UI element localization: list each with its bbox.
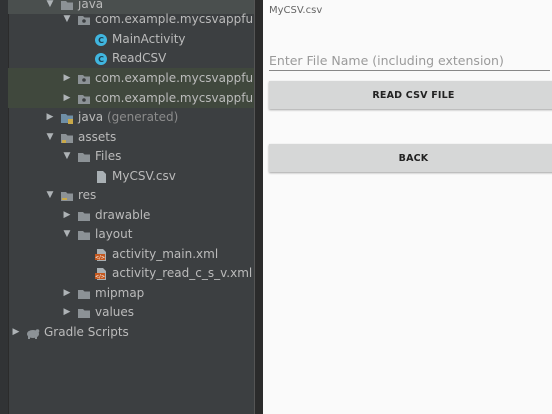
generated-folder-icon [60,110,74,124]
tree-item[interactable]: ▶ mipmap [8,283,254,303]
xml-layout-icon: </> [94,266,108,280]
tree-item[interactable]: ▼ com.example.mycsvappfullcode [8,9,254,29]
tree-item-text: MainActivity [112,32,186,46]
gradle-icon [26,325,40,339]
folder-icon [77,305,91,319]
file-name-label: MyCSV.csv [269,5,323,16]
package-icon [77,71,91,85]
tree-item-text: layout [95,227,133,241]
read-csv-button[interactable]: READ CSV FILE [269,81,552,109]
xml-layout-icon: </> [94,247,108,261]
tree-item-text: java [78,110,104,124]
chevron-right-icon[interactable]: ▶ [61,283,73,303]
tree-item-text: values [95,305,135,319]
res-folder-icon [60,188,74,202]
tree-item[interactable]: ▶ drawable [8,205,254,225]
file-icon [94,169,108,183]
tree-item-text: com.example.mycsvappfullcode [95,91,254,105]
svg-text:</>: </> [95,255,105,261]
assets-folder-icon [60,130,74,144]
tree-item[interactable]: ▶ values [8,302,254,322]
tree-item[interactable]: ▼ Files [8,146,254,166]
tree-item-label: layout [95,224,132,244]
chevron-right-icon[interactable]: ▶ [61,302,73,322]
class-icon: C [94,32,108,46]
emulator-screen: MyCSV.csv READ CSV FILE BACK [263,0,552,414]
tree-item-label: assets [78,127,116,147]
tree-item-label: drawable [95,205,150,225]
chevron-down-icon[interactable]: ▼ [61,9,73,29]
tree-item-label: activity_read_c_s_v.xml [112,263,252,283]
tree-item-label: com.example.mycsvappfullcode [95,88,254,108]
folder-icon [77,286,91,300]
chevron-right-icon[interactable]: ▶ [61,205,73,225]
strip-label-bottom[interactable] [0,345,8,405]
tree-item-text: com.example.mycsvappfullcode [95,12,254,26]
tree-item-label: java (generated) [78,107,178,127]
chevron-down-icon[interactable]: ▼ [44,185,56,205]
tree-item-text: Files [95,149,122,163]
chevron-right-icon[interactable]: ▶ [61,68,73,88]
tree-item-text: activity_main.xml [112,247,219,261]
folder-icon [77,149,91,163]
chevron-right-icon[interactable]: ▶ [61,88,73,108]
tree-item-label: Gradle Scripts [44,322,129,342]
tree-item-text: com.example.mycsvappfullcode [95,71,254,85]
tree-item-text: activity_read_c_s_v.xml [112,266,253,280]
tree-item[interactable]: ▶ Gradle Scripts [8,322,254,342]
tree-item-text: mipmap [95,286,145,300]
tree-item-suffix: (generated) [103,110,179,124]
chevron-down-icon[interactable]: ▼ [61,146,73,166]
tree-item-text: MyCSV.csv [112,169,176,183]
chevron-down-icon[interactable]: ▼ [44,127,56,147]
chevron-right-icon[interactable]: ▶ [10,322,22,342]
tree-item[interactable]: </> activity_main.xml [8,244,254,264]
tree-item-label: ReadCSV [112,48,166,68]
tree-item-label: MainActivity [112,29,186,49]
tree-item[interactable]: ▶ com.example.mycsvappfullcode [8,68,254,88]
tree-item[interactable]: ▶ com.example.mycsvappfullcode [8,88,254,108]
folder-icon [77,208,91,222]
package-icon [77,91,91,105]
project-panel: ▼ java ▼ com.example.mycsvappfullcode C MainA… [0,0,254,414]
tree-item-text: Gradle Scripts [44,325,129,339]
tree-item-label: com.example.mycsvappfullcode [95,9,254,29]
svg-text:C: C [98,36,104,45]
tree-item-label: values [95,302,134,322]
folder-icon [77,227,91,241]
svg-text:C: C [98,55,104,64]
tree-item[interactable]: C ReadCSV [8,48,254,68]
tree-item-text: res [78,188,97,202]
tree-item-text: drawable [95,208,151,222]
tree-item[interactable]: ▶ java (generated) [8,107,254,127]
svg-text:</>: </> [95,274,105,280]
tree-item-label: MyCSV.csv [112,166,176,186]
tree-item[interactable]: ▼ layout [8,224,254,244]
class-icon: C [94,51,108,65]
tree-item[interactable]: ▼ assets [8,127,254,147]
tree-item-label: activity_main.xml [112,244,218,264]
tree-item-label: com.example.mycsvappfullcode [95,68,254,88]
tree-item-text: assets [78,130,117,144]
back-button[interactable]: BACK [269,144,552,172]
tree-item[interactable]: ▼ res [8,185,254,205]
chevron-right-icon[interactable]: ▶ [44,107,56,127]
chevron-down-icon[interactable]: ▼ [61,224,73,244]
tree-item-label: Files [95,146,121,166]
package-icon [77,12,91,26]
tree-item[interactable]: MyCSV.csv [8,166,254,186]
tree-item-text: ReadCSV [112,51,167,65]
tree-item-label: mipmap [95,283,144,303]
tree-item[interactable]: C MainActivity [8,29,254,49]
tree-item[interactable]: </> activity_read_c_s_v.xml [8,263,254,283]
file-name-input[interactable] [269,50,550,71]
strip-label-top[interactable] [0,10,8,120]
tree-item-label: res [78,185,96,205]
